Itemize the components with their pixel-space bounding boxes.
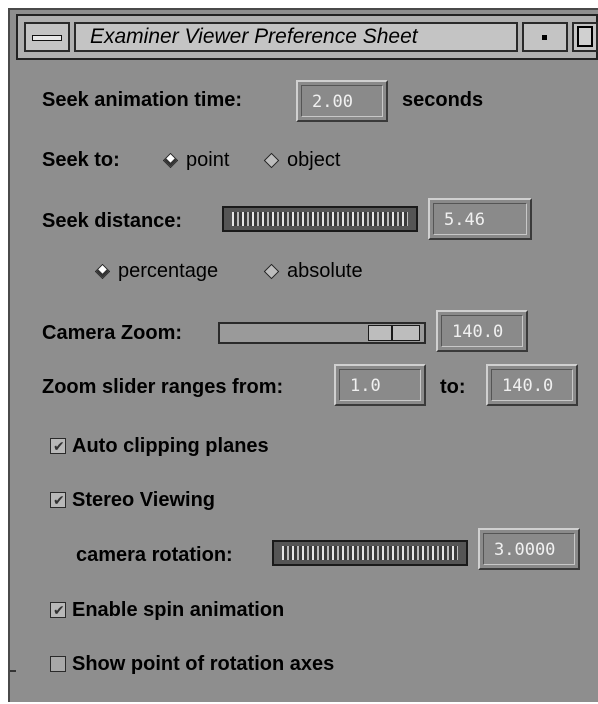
spin-animation-label[interactable]: Enable spin animation — [72, 598, 284, 622]
seek-animation-field[interactable]: 2.00 — [296, 80, 388, 122]
window-edge-tick — [10, 670, 16, 672]
zoom-range-to-value[interactable]: 140.0 — [491, 369, 573, 401]
zoom-range-to-label: to: — [440, 376, 466, 398]
checkmark-icon: ✔ — [53, 438, 65, 454]
auto-clipping-checkbox[interactable]: ✔ — [50, 438, 66, 454]
percentage-radio[interactable] — [94, 263, 111, 280]
seek-distance-label: Seek distance: — [42, 210, 183, 232]
seek-to-object-radio[interactable] — [263, 152, 280, 169]
camera-zoom-slider-knob[interactable] — [368, 325, 420, 341]
absolute-label[interactable]: absolute — [287, 259, 363, 283]
camera-zoom-label: Camera Zoom: — [42, 322, 183, 344]
absolute-radio[interactable] — [263, 263, 280, 280]
maximize-button[interactable] — [572, 22, 598, 52]
camera-zoom-slider[interactable] — [218, 322, 426, 344]
checkmark-icon: ✔ — [53, 602, 65, 618]
preference-window: Examiner Viewer Preference Sheet Seek an… — [8, 8, 598, 702]
camera-rotation-label: camera rotation: — [76, 544, 233, 566]
title-bar[interactable]: Examiner Viewer Preference Sheet — [16, 14, 598, 60]
zoom-range-label: Zoom slider ranges from: — [42, 376, 284, 398]
camera-zoom-value[interactable]: 140.0 — [441, 315, 523, 347]
seek-distance-value[interactable]: 5.46 — [433, 203, 527, 235]
seek-distance-field[interactable]: 5.46 — [428, 198, 532, 240]
stereo-viewing-label[interactable]: Stereo Viewing — [72, 488, 215, 512]
seek-to-label: Seek to: — [42, 149, 120, 171]
camera-rotation-thumbwheel[interactable] — [272, 540, 468, 566]
seek-to-object-label[interactable]: object — [287, 148, 340, 172]
spin-animation-checkbox[interactable]: ✔ — [50, 602, 66, 618]
window-menu-icon — [32, 35, 62, 41]
rotation-axes-label[interactable]: Show point of rotation axes — [72, 652, 334, 676]
seek-animation-unit: seconds — [402, 89, 484, 111]
stereo-viewing-checkbox[interactable]: ✔ — [50, 492, 66, 508]
window-title: Examiner Viewer Preference Sheet — [74, 22, 518, 52]
window-menu-button[interactable] — [24, 22, 70, 52]
zoom-range-to-field[interactable]: 140.0 — [486, 364, 578, 406]
camera-rotation-field[interactable]: 3.0000 — [478, 528, 580, 570]
seek-animation-value[interactable]: 2.00 — [301, 85, 383, 117]
seek-animation-label: Seek animation time: — [42, 89, 243, 111]
zoom-range-from-field[interactable]: 1.0 — [334, 364, 426, 406]
camera-rotation-value[interactable]: 3.0000 — [483, 533, 575, 565]
zoom-range-from-value[interactable]: 1.0 — [339, 369, 421, 401]
seek-to-point-radio[interactable] — [162, 152, 179, 169]
seek-to-point-label[interactable]: point — [186, 148, 229, 172]
checkmark-icon: ✔ — [53, 492, 65, 508]
rotation-axes-checkbox[interactable] — [50, 656, 66, 672]
camera-zoom-field[interactable]: 140.0 — [436, 310, 528, 352]
thumbwheel-ribs — [232, 212, 408, 226]
minimize-icon — [542, 35, 547, 40]
thumbwheel-ribs — [282, 546, 458, 560]
auto-clipping-label[interactable]: Auto clipping planes — [72, 434, 269, 458]
seek-distance-thumbwheel[interactable] — [222, 206, 418, 232]
percentage-label[interactable]: percentage — [118, 259, 218, 283]
minimize-button[interactable] — [522, 22, 568, 52]
maximize-icon — [577, 26, 593, 47]
